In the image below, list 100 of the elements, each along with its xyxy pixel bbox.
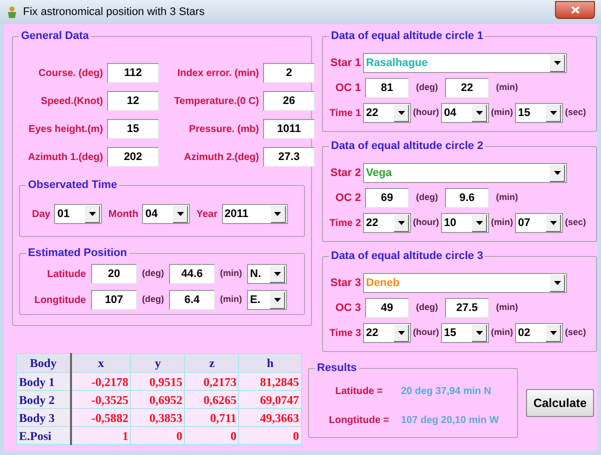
dropdown-field[interactable]: 10 bbox=[441, 213, 489, 233]
field-label: Day bbox=[32, 208, 50, 222]
dropdown-button[interactable] bbox=[546, 324, 561, 342]
table-cell: 0 bbox=[184, 426, 239, 444]
row-header: Body 2 bbox=[16, 390, 70, 408]
dropdown-button[interactable] bbox=[394, 214, 409, 232]
caret-icon bbox=[88, 212, 96, 216]
field-label: Time 3 bbox=[328, 326, 361, 340]
dropdown-field[interactable]: 15 bbox=[441, 323, 489, 343]
number-field[interactable]: 22 bbox=[445, 78, 489, 98]
number-field[interactable]: 202 bbox=[107, 147, 159, 167]
table-cell: 0 bbox=[130, 426, 185, 444]
number-field[interactable]: 1011 bbox=[263, 119, 315, 139]
dropdown-button[interactable] bbox=[270, 266, 285, 282]
dropdown-button[interactable] bbox=[173, 206, 188, 222]
dropdown-button[interactable] bbox=[85, 206, 100, 222]
table-cell: 0,3853 bbox=[130, 408, 185, 426]
dropdown-button[interactable] bbox=[472, 214, 487, 232]
number-field[interactable]: 107 bbox=[91, 290, 137, 310]
caret-icon bbox=[398, 330, 404, 334]
dropdown-button[interactable] bbox=[270, 292, 285, 308]
field-label: Azimuth 1.(deg) bbox=[27, 150, 103, 164]
number-field[interactable]: 69 bbox=[365, 188, 409, 208]
dropdown-field[interactable]: 02 bbox=[515, 323, 563, 343]
dropdown-field[interactable]: N. bbox=[247, 264, 287, 284]
column-header: z bbox=[184, 354, 239, 372]
unit-label: (deg) bbox=[416, 191, 438, 204]
number-field[interactable]: 112 bbox=[107, 63, 159, 83]
number-field[interactable]: 9.6 bbox=[445, 188, 489, 208]
number-field[interactable]: 81 bbox=[365, 78, 409, 98]
dropdown-field[interactable]: 2011 bbox=[222, 204, 288, 224]
column-header: Body bbox=[16, 354, 70, 372]
caret-icon bbox=[554, 280, 560, 284]
dropdown-field[interactable]: 22 bbox=[363, 103, 411, 123]
table-cell: 0 bbox=[238, 426, 302, 444]
unit-label: (sec) bbox=[565, 106, 586, 120]
field-label: Pressure. (mb) bbox=[188, 122, 259, 136]
dropdown-field[interactable]: 22 bbox=[363, 213, 411, 233]
dropdown-button[interactable] bbox=[394, 324, 409, 342]
dropdown-field[interactable]: 15 bbox=[515, 103, 563, 123]
dropdown-field[interactable]: 04 bbox=[441, 103, 489, 123]
field-label: Speed.(Knot) bbox=[40, 94, 103, 108]
table-cell: 69,0747 bbox=[238, 390, 302, 408]
table-cell: 0,9515 bbox=[130, 372, 185, 390]
close-icon bbox=[570, 6, 580, 14]
caret-icon bbox=[476, 220, 482, 224]
table-cell: -0,5882 bbox=[70, 408, 131, 426]
close-button[interactable] bbox=[555, 0, 595, 18]
result-value: 107 deg 20,10 min W bbox=[401, 414, 499, 428]
field-label: Latitude bbox=[46, 268, 86, 282]
caret-icon bbox=[554, 60, 560, 64]
caret-icon bbox=[274, 298, 280, 302]
dropdown-button[interactable] bbox=[472, 324, 487, 342]
dropdown-field[interactable]: 04 bbox=[142, 204, 190, 224]
field-label: OC 2 bbox=[334, 190, 361, 206]
dropdown-button[interactable] bbox=[550, 164, 565, 182]
column-header: x bbox=[70, 354, 131, 372]
unit-label: (sec) bbox=[565, 216, 586, 230]
table-cell: 0,6265 bbox=[184, 390, 239, 408]
unit-label: (min) bbox=[491, 106, 513, 120]
dropdown-button[interactable] bbox=[270, 206, 286, 222]
unit-label: (min) bbox=[220, 293, 242, 306]
caret-icon bbox=[274, 212, 281, 216]
unit-label: (hour) bbox=[413, 216, 439, 230]
calculate-button[interactable]: Calculate bbox=[526, 389, 594, 417]
number-field[interactable]: 15 bbox=[107, 119, 159, 139]
number-field[interactable]: 27.5 bbox=[445, 298, 489, 318]
number-field[interactable]: 6.4 bbox=[169, 290, 215, 310]
unit-label: (sec) bbox=[565, 326, 586, 340]
unit-label: (hour) bbox=[413, 326, 439, 340]
caret-icon bbox=[550, 330, 556, 334]
caret-icon bbox=[398, 110, 404, 114]
number-field[interactable]: 20 bbox=[91, 264, 137, 284]
dropdown-field[interactable]: 01 bbox=[54, 204, 102, 224]
number-field[interactable]: 26 bbox=[263, 91, 315, 111]
star-label: Star 2 bbox=[329, 166, 361, 181]
group-title: Data of equal altitude circle 1 bbox=[329, 29, 486, 43]
dropdown-button[interactable] bbox=[550, 274, 565, 292]
star-label: Star 3 bbox=[329, 276, 361, 291]
dropdown-button[interactable] bbox=[546, 104, 561, 122]
table-cell: -0,3525 bbox=[70, 390, 131, 408]
field-label: Azimuth 2.(deg) bbox=[183, 150, 259, 164]
unit-label: (deg) bbox=[416, 81, 438, 94]
number-field[interactable]: 12 bbox=[107, 91, 159, 111]
dropdown-button[interactable] bbox=[550, 54, 565, 72]
unit-label: (deg) bbox=[142, 267, 164, 280]
group-title: Data of equal altitude circle 3 bbox=[329, 249, 486, 263]
dropdown-button[interactable] bbox=[394, 104, 409, 122]
column-header: y bbox=[130, 354, 185, 372]
number-field[interactable]: 27.3 bbox=[263, 147, 315, 167]
dropdown-field[interactable]: 22 bbox=[363, 323, 411, 343]
number-field[interactable]: 44.6 bbox=[169, 264, 215, 284]
number-field[interactable]: 2 bbox=[263, 63, 315, 83]
dropdown-button[interactable] bbox=[546, 214, 561, 232]
field-label: Time 1 bbox=[328, 106, 361, 120]
dropdown-field[interactable]: 07 bbox=[515, 213, 563, 233]
number-field[interactable]: 49 bbox=[365, 298, 409, 318]
dropdown-field[interactable]: E. bbox=[247, 290, 287, 310]
dropdown-button[interactable] bbox=[472, 104, 487, 122]
unit-label: (min) bbox=[491, 326, 513, 340]
